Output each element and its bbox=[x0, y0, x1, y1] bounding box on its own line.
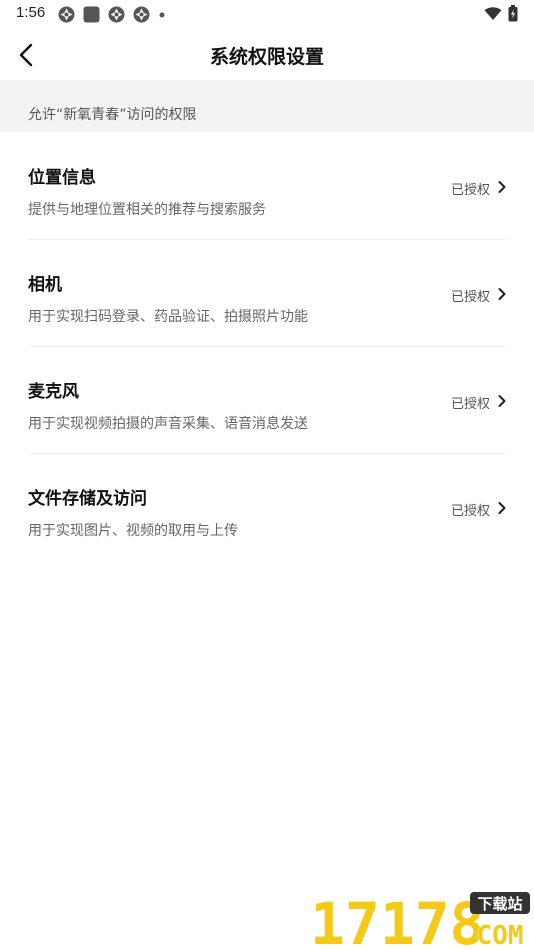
status-system-icons bbox=[484, 5, 518, 22]
app-notification-icon bbox=[108, 6, 125, 23]
status-time: 1:56 bbox=[16, 4, 46, 21]
watermark-badge: 下载站 bbox=[477, 895, 522, 913]
watermark-logo: 17178 下载站 COM bbox=[309, 890, 530, 948]
app-header: 系统权限设置 bbox=[0, 30, 534, 80]
battery-icon bbox=[508, 5, 518, 22]
permission-section-header: 允许“新氧青春”访问的权限 bbox=[0, 80, 534, 132]
section-label: 允许“新氧青春”访问的权限 bbox=[28, 107, 197, 123]
permission-status: 已授权 bbox=[450, 504, 490, 519]
permission-description: 用于实现视频拍摄的声音采集、语音消息发送 bbox=[28, 416, 308, 432]
dot-icon bbox=[159, 12, 165, 18]
permission-title: 相机 bbox=[28, 275, 62, 295]
app-notification-icon bbox=[133, 6, 150, 23]
chevron-right-icon bbox=[498, 395, 506, 407]
chevron-right-icon bbox=[498, 181, 506, 193]
wifi-icon bbox=[484, 7, 502, 20]
chevron-right-icon bbox=[498, 502, 506, 514]
permission-description: 用于实现扫码登录、药品验证、拍摄照片功能 bbox=[28, 309, 308, 325]
permission-description: 提供与地理位置相关的推荐与搜索服务 bbox=[28, 202, 266, 218]
permission-status: 已授权 bbox=[450, 397, 490, 412]
page-title: 系统权限设置 bbox=[209, 46, 324, 68]
permission-item-storage[interactable]: 文件存储及访问 用于实现图片、视频的取用与上传 已授权 bbox=[0, 454, 534, 561]
permission-status: 已授权 bbox=[450, 290, 490, 305]
permission-title: 文件存储及访问 bbox=[28, 489, 147, 509]
watermark-number: 17178 bbox=[310, 890, 485, 948]
permission-status: 已授权 bbox=[450, 183, 490, 198]
permission-title: 位置信息 bbox=[28, 168, 96, 188]
permission-title: 麦克风 bbox=[28, 382, 79, 402]
permission-item-location[interactable]: 位置信息 提供与地理位置相关的推荐与搜索服务 已授权 bbox=[0, 133, 534, 240]
square-notification-icon bbox=[83, 6, 100, 23]
permission-item-camera[interactable]: 相机 用于实现扫码登录、药品验证、拍摄照片功能 已授权 bbox=[0, 240, 534, 347]
permission-description: 用于实现图片、视频的取用与上传 bbox=[28, 523, 238, 539]
status-notification-icons bbox=[58, 6, 166, 23]
permission-list: 位置信息 提供与地理位置相关的推荐与搜索服务 已授权 相机 用于实现扫码登录、药… bbox=[0, 133, 534, 561]
watermark-domain: COM bbox=[477, 921, 524, 948]
status-bar: 1:56 bbox=[0, 0, 534, 30]
app-notification-icon bbox=[58, 6, 75, 23]
permission-item-microphone[interactable]: 麦克风 用于实现视频拍摄的声音采集、语音消息发送 已授权 bbox=[0, 347, 534, 454]
chevron-right-icon bbox=[498, 288, 506, 300]
